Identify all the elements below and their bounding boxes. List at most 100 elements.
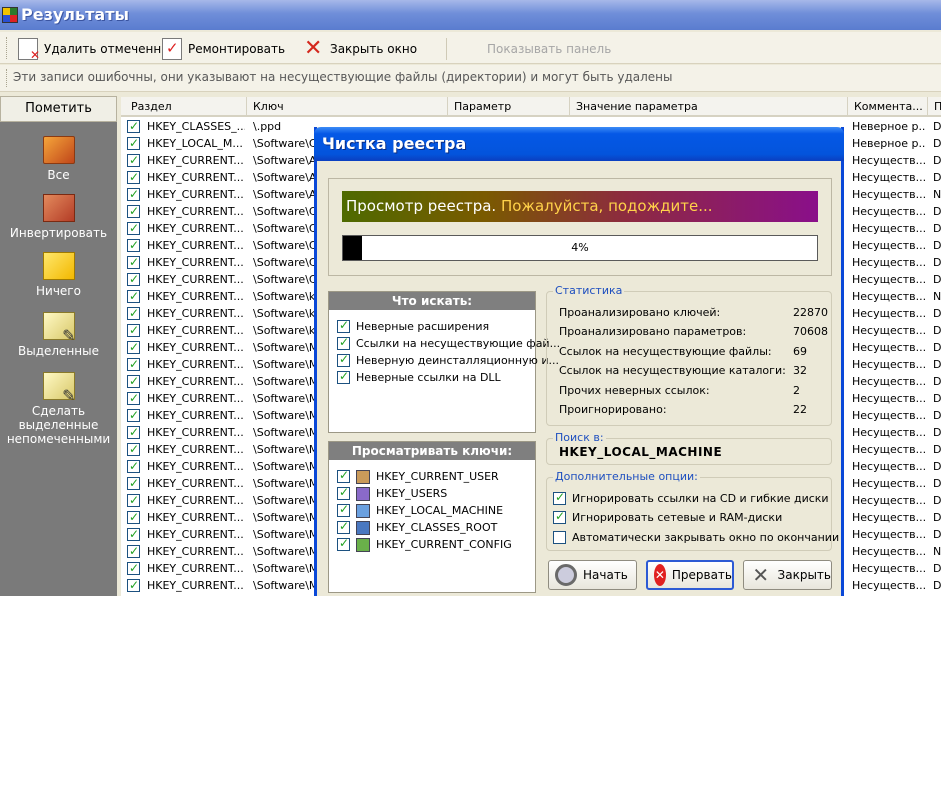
computer-icon <box>356 503 370 518</box>
repair-button[interactable]: Ремонтировать <box>162 36 285 61</box>
checkbox[interactable] <box>337 335 350 350</box>
row-checkbox[interactable] <box>127 407 140 424</box>
cell-section: HKEY_CURRENT... <box>147 375 244 388</box>
column-header-comment[interactable]: Коммента... <box>848 97 928 117</box>
row-checkbox[interactable] <box>127 560 140 577</box>
cell-section: HKEY_CLASSES_... <box>147 120 245 133</box>
column-header-key[interactable]: Ключ <box>247 97 448 117</box>
close-button[interactable]: ✕ Закрыть <box>743 560 832 590</box>
row-checkbox[interactable] <box>127 305 140 322</box>
checkbox[interactable] <box>337 369 350 384</box>
repair-label: Ремонтировать <box>188 41 286 56</box>
row-checkbox[interactable] <box>127 441 140 458</box>
checkbox[interactable] <box>337 536 350 551</box>
unmark-selected-label: Сделать выделенные непомеченными <box>6 404 111 446</box>
key-users[interactable]: HKEY_USERS <box>337 485 447 502</box>
row-checkbox[interactable] <box>127 526 140 543</box>
option-auto-close[interactable]: Автоматически закрывать окно по окончани… <box>553 529 839 546</box>
key-current-user[interactable]: HKEY_CURRENT_USER <box>337 468 499 485</box>
row-checkbox[interactable] <box>127 492 140 509</box>
key-label: HKEY_LOCAL_MACHINE <box>376 504 504 517</box>
statistics-group: Статистика Проанализировано ключей: 2287… <box>546 284 832 426</box>
cell-key: \Software\M <box>253 562 315 575</box>
close-window-button[interactable]: Закрыть окно <box>304 36 417 61</box>
cell-section: HKEY_CURRENT... <box>147 154 244 167</box>
row-checkbox[interactable] <box>127 458 140 475</box>
cell-key: \Software\M <box>253 375 315 388</box>
invert-button[interactable]: Инвертировать <box>0 194 117 240</box>
search-option-label: Неверные расширения <box>356 320 490 333</box>
row-checkbox[interactable] <box>127 577 140 594</box>
checkbox[interactable] <box>337 485 350 500</box>
mark-selected-button[interactable]: Выделенные <box>0 312 117 358</box>
checkbox[interactable] <box>337 318 350 333</box>
checkbox[interactable] <box>337 502 350 517</box>
row-checkbox[interactable] <box>127 135 140 152</box>
row-checkbox[interactable] <box>127 271 140 288</box>
window-title: Результаты <box>21 5 129 24</box>
stat-value: 32 <box>793 364 807 377</box>
column-header-value[interactable]: Значение параметра <box>570 97 848 117</box>
row-checkbox[interactable] <box>127 322 140 339</box>
search-option-uninstall[interactable]: Неверную деинсталляционную и... <box>337 352 559 369</box>
row-checkbox[interactable] <box>127 203 140 220</box>
search-option-extensions[interactable]: Неверные расширения <box>337 318 489 335</box>
row-checkbox[interactable] <box>127 169 140 186</box>
cell-comment: Несуществ... <box>852 256 926 269</box>
cell-extra: D <box>933 460 941 473</box>
key-classes-root[interactable]: HKEY_CLASSES_ROOT <box>337 519 497 536</box>
checkbox[interactable] <box>553 490 566 505</box>
row-checkbox[interactable] <box>127 237 140 254</box>
cell-extra: D <box>933 358 941 371</box>
checkbox[interactable] <box>337 519 350 534</box>
mark-panel-header[interactable]: Пометить <box>0 96 117 122</box>
show-panel-button[interactable]: Показывать панель <box>487 36 611 61</box>
checkbox[interactable] <box>553 509 566 524</box>
row-checkbox[interactable] <box>127 509 140 526</box>
row-checkbox[interactable] <box>127 356 140 373</box>
key-local-machine[interactable]: HKEY_LOCAL_MACHINE <box>337 502 503 519</box>
row-checkbox[interactable] <box>127 152 140 169</box>
toolbar-grip[interactable] <box>6 37 8 59</box>
cell-key: \Software\M <box>253 409 315 422</box>
cell-section: HKEY_CURRENT... <box>147 460 244 473</box>
checkbox[interactable] <box>337 352 350 367</box>
cell-key: \Software\M <box>253 341 315 354</box>
cell-key: \Software\M <box>253 477 315 490</box>
cell-key: \Software\M <box>253 460 315 473</box>
start-button[interactable]: Начать <box>548 560 637 590</box>
search-option-dll[interactable]: Неверные ссылки на DLL <box>337 369 501 386</box>
row-checkbox[interactable] <box>127 186 140 203</box>
cell-extra: D <box>933 239 941 252</box>
delete-checked-button[interactable]: Удалить отмеченные <box>18 36 178 62</box>
row-checkbox[interactable] <box>127 339 140 356</box>
option-ignore-cd[interactable]: Игнорировать ссылки на CD и гибкие диски <box>553 490 829 507</box>
progress-bar: 4% <box>342 235 818 261</box>
row-checkbox[interactable] <box>127 220 140 237</box>
row-checkbox[interactable] <box>127 424 140 441</box>
checkbox[interactable] <box>337 468 350 483</box>
key-current-config[interactable]: HKEY_CURRENT_CONFIG <box>337 536 512 553</box>
option-ignore-network[interactable]: Игнорировать сетевые и RAM-диски <box>553 509 782 526</box>
stat-value: 22870 <box>793 306 828 319</box>
search-in-legend: Поиск в: <box>553 431 606 444</box>
row-checkbox[interactable] <box>127 118 140 135</box>
cell-section: HKEY_CURRENT... <box>147 290 244 303</box>
row-checkbox[interactable] <box>127 254 140 271</box>
cell-extra: D <box>933 256 941 269</box>
unmark-selected-button[interactable]: Сделать выделенные непомеченными <box>0 372 117 446</box>
row-checkbox[interactable] <box>127 543 140 560</box>
row-checkbox[interactable] <box>127 390 140 407</box>
row-checkbox[interactable] <box>127 288 140 305</box>
mark-none-button[interactable]: Ничего <box>0 252 117 298</box>
row-checkbox[interactable] <box>127 475 140 492</box>
checkbox[interactable] <box>553 531 566 544</box>
column-header-section[interactable]: Раздел <box>121 97 247 117</box>
mark-all-button[interactable]: Все <box>0 136 117 182</box>
column-header-parameter[interactable]: Параметр <box>448 97 570 117</box>
cell-comment: Несуществ... <box>852 528 926 541</box>
row-checkbox[interactable] <box>127 373 140 390</box>
search-option-missing-files[interactable]: Ссылки на несуществующие фай... <box>337 335 560 352</box>
abort-button[interactable]: ✕ Прервать <box>646 560 734 590</box>
column-header-extra[interactable]: П <box>928 97 941 117</box>
